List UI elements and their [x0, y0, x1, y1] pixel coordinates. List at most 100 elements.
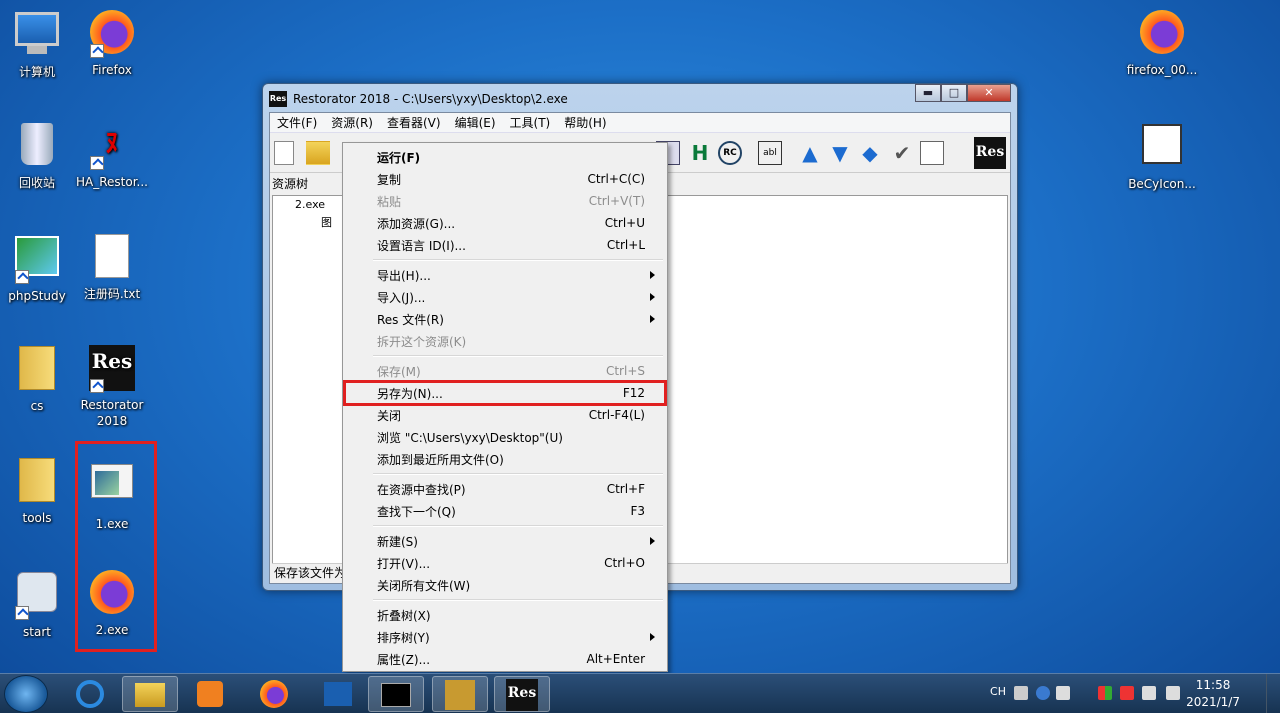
desktop-icon-computer[interactable]: 计算机: [0, 8, 77, 80]
context-menu-item[interactable]: Res 文件(R): [345, 308, 665, 330]
help-icon[interactable]: [1036, 686, 1050, 700]
arrow-up-icon[interactable]: ▲: [798, 141, 822, 165]
context-menu-item[interactable]: 复制 Ctrl+C(C): [345, 168, 665, 190]
open-folder-icon[interactable]: [306, 141, 330, 165]
arrow-down-icon[interactable]: ▼: [828, 141, 852, 165]
desktop-icon-firefox[interactable]: Firefox: [72, 8, 152, 78]
clock-time: 11:58: [1195, 678, 1231, 692]
submenu-arrow-icon: [650, 633, 655, 641]
network-icon[interactable]: [1142, 686, 1156, 700]
dialog-edit-icon[interactable]: abl: [758, 141, 782, 165]
menu-separator: [345, 596, 665, 604]
desktop-icon-ha-restorator[interactable]: ﾇ HA_Restor...: [72, 120, 152, 190]
minimize-button[interactable]: ▬: [915, 84, 941, 102]
menu-bar: 文件(F) 资源(R) 查看器(V) 编辑(E) 工具(T) 帮助(H): [270, 113, 1010, 133]
context-menu-item[interactable]: 打开(V)... Ctrl+O: [345, 552, 665, 574]
menu-item-shortcut: Ctrl+L: [606, 238, 645, 252]
menu-item-shortcut: Ctrl+V(T): [588, 194, 645, 208]
context-menu-item[interactable]: 属性(Z)... Alt+Enter: [345, 648, 665, 670]
new-file-icon[interactable]: [274, 141, 294, 165]
context-menu-item[interactable]: 排序树(Y): [345, 626, 665, 648]
find-icon[interactable]: [920, 141, 944, 165]
desktop-icon-recycle-bin[interactable]: 回收站: [0, 120, 77, 191]
taskbar-ha-restorator-icon[interactable]: [432, 676, 488, 712]
window-title: Restorator 2018 - C:\Users\yxy\Desktop\2…: [293, 92, 568, 106]
tree-item-child[interactable]: 图: [321, 214, 332, 230]
action-center-flag-icon[interactable]: [1098, 686, 1112, 700]
menu-item-label: 设置语言 ID(I)...: [377, 238, 466, 253]
desktop-icon-label: firefox_00...: [1126, 63, 1198, 77]
menu-viewer[interactable]: 查看器(V): [380, 114, 448, 131]
tree-item-root[interactable]: 2.exe: [295, 198, 325, 211]
context-menu-item[interactable]: 在资源中查找(P) Ctrl+F: [345, 478, 665, 500]
context-menu-item[interactable]: 设置语言 ID(I)... Ctrl+L: [345, 234, 665, 256]
taskbar-restorator-icon[interactable]: Res: [494, 676, 550, 712]
menu-resource[interactable]: 资源(R): [324, 114, 380, 131]
folder-icon: [13, 346, 61, 394]
menu-item-label: 添加资源(G)...: [377, 216, 456, 231]
context-menu-item[interactable]: 另存为(N)... F12: [343, 380, 667, 406]
language-indicator[interactable]: CH: [990, 685, 1006, 698]
recycle-bin-icon: [13, 123, 61, 171]
context-menu-item[interactable]: 导入(J)...: [345, 286, 665, 308]
title-bar[interactable]: Res Restorator 2018 - C:\Users\yxy\Deskt…: [269, 84, 1011, 110]
check-icon[interactable]: ✔: [890, 141, 914, 165]
desktop-icon-firefox-00[interactable]: firefox_00...: [1122, 8, 1202, 78]
context-menu-item[interactable]: 浏览 "C:\Users\yxy\Desktop"(U): [345, 426, 665, 448]
desktop-icon-txt[interactable]: 注册码.txt: [72, 232, 152, 302]
menu-tools[interactable]: 工具(T): [503, 114, 558, 131]
taskbar-ie-icon[interactable]: [62, 676, 118, 712]
context-menu-item[interactable]: 运行(F): [345, 146, 665, 168]
context-menu-item[interactable]: 关闭所有文件(W): [345, 574, 665, 596]
res-logo-icon: Res: [974, 137, 1006, 169]
menu-item-label: 关闭所有文件(W): [377, 578, 471, 593]
desktop-icon-label: start: [23, 625, 51, 639]
taskbar-explorer-icon[interactable]: [122, 676, 178, 712]
desktop-icon-phpstudy[interactable]: phpStudy: [0, 232, 77, 304]
taskbar-cmd-icon[interactable]: [368, 676, 424, 712]
menu-item-label: 折叠树(X): [377, 608, 431, 623]
taskbar-media-player-icon[interactable]: [182, 676, 238, 712]
context-menu-item[interactable]: 添加资源(G)... Ctrl+U: [345, 212, 665, 234]
keyboard-icon[interactable]: [1014, 686, 1028, 700]
menu-item-shortcut: Ctrl-F4(L): [588, 408, 645, 422]
desktop-icon-start[interactable]: start: [0, 568, 77, 640]
submenu-arrow-icon: [650, 271, 655, 279]
context-menu-item[interactable]: 导出(H)...: [345, 264, 665, 286]
start-button[interactable]: [4, 675, 48, 713]
desktop-icon-becyicon[interactable]: BeCyIcon...: [1122, 120, 1202, 192]
context-menu-item[interactable]: 添加到最近所用文件(O): [345, 448, 665, 470]
desktop-icon-label: tools: [22, 511, 52, 525]
tray-options-icon[interactable]: [1056, 686, 1070, 700]
desktop-icon-restorator[interactable]: Res Restorator 2018: [72, 344, 152, 429]
tree-header: 资源树: [272, 177, 309, 191]
taskbar-powershell-icon[interactable]: [310, 676, 366, 712]
desktop-icon-tools[interactable]: tools: [0, 456, 77, 526]
viewer-pane: [662, 195, 1008, 577]
show-desktop-button[interactable]: [1266, 674, 1280, 713]
becyicon-icon: [1138, 124, 1186, 172]
submenu-arrow-icon: [650, 293, 655, 301]
taskbar-firefox-icon[interactable]: [246, 676, 302, 712]
action-center-error-icon[interactable]: [1120, 686, 1134, 700]
context-menu-item[interactable]: 关闭 Ctrl-F4(L): [345, 404, 665, 426]
close-button[interactable]: ✕: [967, 84, 1011, 102]
maximize-button[interactable]: □: [941, 84, 967, 102]
context-menu-item[interactable]: 折叠树(X): [345, 604, 665, 626]
hex-view-icon[interactable]: H: [688, 141, 712, 165]
context-menu-item[interactable]: 查找下一个(Q) F3: [345, 500, 665, 522]
rc-view-icon[interactable]: RC: [718, 141, 742, 165]
clock[interactable]: 11:58 2021/1/7: [1186, 677, 1240, 711]
show-hidden-icons-icon[interactable]: [1080, 686, 1088, 700]
menu-edit[interactable]: 编辑(E): [448, 114, 503, 131]
desktop-icon-label: HA_Restor...: [76, 175, 148, 189]
desktop-icon-cs[interactable]: cs: [0, 344, 77, 414]
move-icon[interactable]: ◆: [858, 141, 882, 165]
menu-file[interactable]: 文件(F): [270, 114, 324, 131]
menu-separator: [345, 352, 665, 360]
menu-help[interactable]: 帮助(H): [557, 114, 613, 131]
context-menu-item[interactable]: 新建(S): [345, 530, 665, 552]
volume-icon[interactable]: [1166, 686, 1180, 700]
menu-item-label: 导出(H)...: [377, 268, 431, 283]
desktop-icon-label: 注册码.txt: [83, 287, 141, 301]
